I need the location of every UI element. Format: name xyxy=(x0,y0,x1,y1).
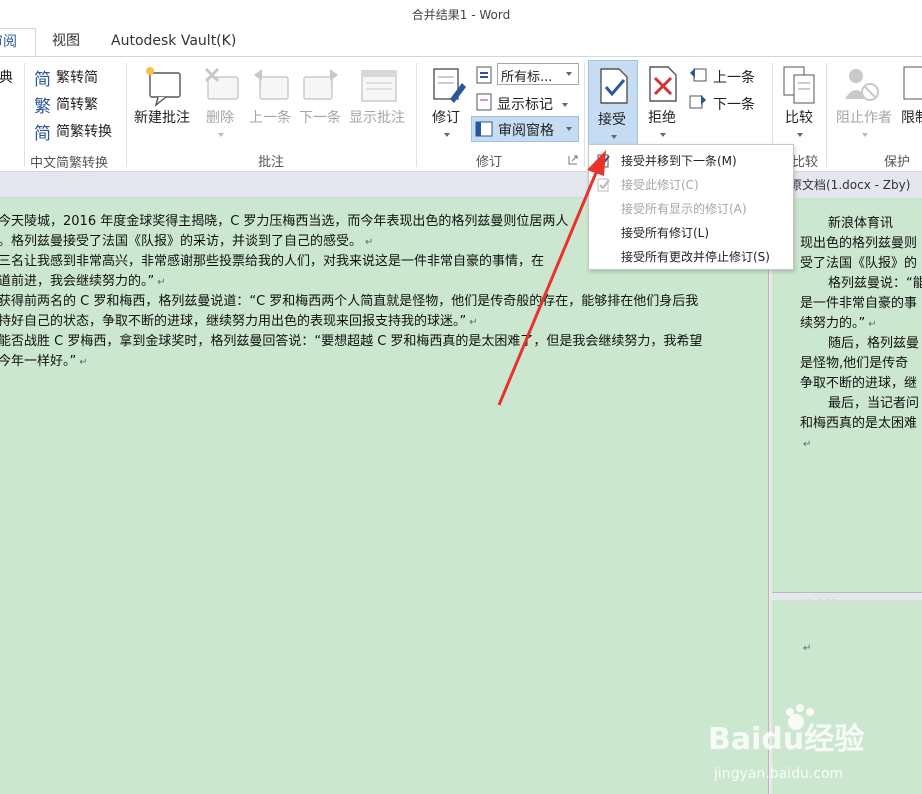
group-label-chinese: 中文简繁转换 xyxy=(30,156,109,171)
document-line: 持好自己的状态，争取不断的进球，继续努力用出色的表现来回报支持我的球迷。” ↵ xyxy=(0,314,478,329)
tab-review[interactable]: 审阅 xyxy=(0,28,36,56)
menu-item-label: 接受所有更改并停止修订(S) xyxy=(621,250,770,264)
ribbon-edge-label: 典 xyxy=(0,70,13,86)
markup-select-value: 所有标... xyxy=(501,70,553,85)
previous-change-icon xyxy=(690,68,707,82)
tab-autodesk-vault[interactable]: Autodesk Vault(K) xyxy=(111,28,236,56)
original-line: 是怪物,他们是传奇 xyxy=(800,356,909,371)
restrict-editing-icon xyxy=(903,66,922,100)
previous-comment-icon xyxy=(254,69,289,100)
original-line: 受了法国《队报》的 xyxy=(800,256,918,271)
track-changes-button[interactable]: 修订 xyxy=(432,107,460,127)
group-label-tracking: 修订 xyxy=(476,155,503,170)
restrict-editing-button[interactable]: 限制 xyxy=(901,107,922,127)
show-markup-icon xyxy=(476,93,492,111)
paragraph-mark: ↵ xyxy=(803,439,812,450)
previous-comment-button[interactable]: 上一条 xyxy=(249,107,291,127)
watermark-url: jingyan.baidu.com xyxy=(714,766,844,782)
next-change-icon xyxy=(689,95,706,109)
original-line: 争取不断的进球，继 xyxy=(800,376,918,391)
merged-document[interactable]: 今天陵城，2016 年度金球奖得主揭晓，C 罗力压梅西当选，而今年表现出色的格列… xyxy=(0,198,768,794)
menu-accept-all-shown[interactable]: 接受所有显示的修订(A) xyxy=(589,197,793,221)
menu-item-label: 接受所有修订(L) xyxy=(621,226,710,240)
document-line: 今天陵城，2016 年度金球奖得主揭晓，C 罗力压梅西当选，而今年表现出色的格列… xyxy=(0,214,569,229)
original-line: 现出色的格列兹曼则 xyxy=(800,236,918,251)
document-line: 三名让我感到非常高兴，非常感谢那些投票给我的人们，对我来说这是一件非常自豪的事情… xyxy=(0,254,545,269)
document-line: 获得前两名的 C 罗和梅西，格列兹曼说道：“C 罗和梅西两个人简直就是怪物，他们… xyxy=(0,294,699,309)
menu-item-label: 接受此修订(C) xyxy=(621,178,699,192)
reject-icon xyxy=(649,66,677,102)
show-comments-icon xyxy=(361,70,397,102)
reviewing-pane-button[interactable]: 审阅窗格 xyxy=(471,116,579,142)
accept-button[interactable]: 接受 xyxy=(588,60,638,146)
simp-to-trad-button[interactable]: 简转繁 xyxy=(56,94,98,114)
document-line: 。格列兹曼接受了法国《队报》的采访，并谈到了自己的感受。 ↵ xyxy=(0,234,374,249)
document-line: 能否战胜 C 罗梅西，拿到金球奖时，格列兹曼回答说：“要想超越 C 罗和梅西真的… xyxy=(0,334,703,349)
original-line: 续努力的。” ↵ xyxy=(800,316,877,331)
paragraph-mark: ↵ xyxy=(803,643,812,654)
convert-icon: 简 xyxy=(34,124,51,144)
tab-view[interactable]: 视图 xyxy=(52,28,80,56)
markup-select[interactable]: 所有标... xyxy=(497,63,579,85)
ribbon-tabs: 审阅 视图 Autodesk Vault(K) xyxy=(0,28,922,56)
simp-to-trad-icon: 繁 xyxy=(34,97,51,117)
reviewing-pane-label: 审阅窗格 xyxy=(498,123,554,139)
document-line: 道前进，我会继续努力的。” ↵ xyxy=(0,274,166,289)
reject-button[interactable]: 拒绝 xyxy=(648,107,676,127)
original-line: 格列兹曼说：“能 xyxy=(828,276,922,291)
original-document-header: 原文档(1.docx - Zby) xyxy=(772,172,922,198)
original-document-pane[interactable]: 新浪体育讯 现出色的格列兹曼则 受了法国《队报》的 格列兹曼说：“能 是一件非常… xyxy=(772,198,922,592)
original-line: 随后，格列兹曼 xyxy=(828,336,920,351)
window-title: 合并结果1 - Word xyxy=(411,8,511,22)
original-line: 新浪体育讯 xyxy=(828,216,894,231)
original-line: 和梅西真的是太困难 xyxy=(800,416,918,431)
next-comment-button[interactable]: 下一条 xyxy=(299,107,341,127)
delete-comment-icon xyxy=(204,67,239,100)
previous-change-button[interactable]: 上一条 xyxy=(713,67,755,87)
block-authors-button[interactable]: 阻止作者 xyxy=(836,107,892,127)
track-changes-icon xyxy=(433,68,466,103)
show-comments-button[interactable]: 显示批注 xyxy=(349,107,405,127)
group-label-compare: 比较 xyxy=(792,155,819,170)
watermark-brand: Baidu经验 xyxy=(708,722,865,757)
next-change-button[interactable]: 下一条 xyxy=(713,94,755,114)
trad-to-simp-button[interactable]: 繁转简 xyxy=(56,67,98,87)
reviewing-pane-icon xyxy=(475,121,493,137)
accept-icon xyxy=(600,68,628,104)
new-comment-button[interactable]: 新建批注 xyxy=(134,107,190,127)
menu-item-label: 接受所有显示的修订(A) xyxy=(621,202,747,216)
trad-to-simp-icon: 简 xyxy=(34,70,51,90)
menu-item-label: 接受并移到下一条(M) xyxy=(621,154,737,168)
menu-accept-all[interactable]: 接受所有修订(L) xyxy=(589,221,793,245)
accept-small-icon xyxy=(597,178,610,192)
menu-accept-all-and-stop[interactable]: 接受所有更改并停止修订(S) xyxy=(589,245,793,269)
original-line: 最后，当记者问 xyxy=(828,396,920,411)
convert-button[interactable]: 简繁转换 xyxy=(56,121,112,141)
block-authors-icon xyxy=(845,69,879,101)
menu-accept-this-change[interactable]: 接受此修订(C) xyxy=(589,173,793,197)
accept-dropdown-menu: 接受并移到下一条(M) 接受此修订(C) 接受所有显示的修订(A) 接受所有修订… xyxy=(588,144,794,270)
display-for-review-icon xyxy=(476,66,492,84)
baidu-watermark: Baidu经验 jingyan.baidu.com xyxy=(704,694,914,794)
accept-small-icon xyxy=(597,154,610,168)
new-comment-icon xyxy=(146,67,181,107)
show-markup-button[interactable]: 显示标记 xyxy=(497,94,553,114)
group-label-comments: 批注 xyxy=(258,155,285,170)
document-line: 今年一样好。” ↵ xyxy=(0,354,88,369)
compare-icon xyxy=(783,66,815,104)
next-comment-icon xyxy=(303,69,338,100)
accept-label: 接受 xyxy=(598,112,626,128)
title-bar: 合并结果1 - Word xyxy=(0,0,922,28)
original-line: 是一件非常自豪的事 xyxy=(800,296,918,311)
delete-comment-button[interactable]: 删除 xyxy=(206,107,234,127)
tracking-dialog-launcher-icon[interactable] xyxy=(568,155,578,165)
menu-accept-and-move-next[interactable]: 接受并移到下一条(M) xyxy=(589,149,793,173)
compare-button[interactable]: 比较 xyxy=(785,107,813,127)
group-label-protect: 保护 xyxy=(884,155,911,170)
